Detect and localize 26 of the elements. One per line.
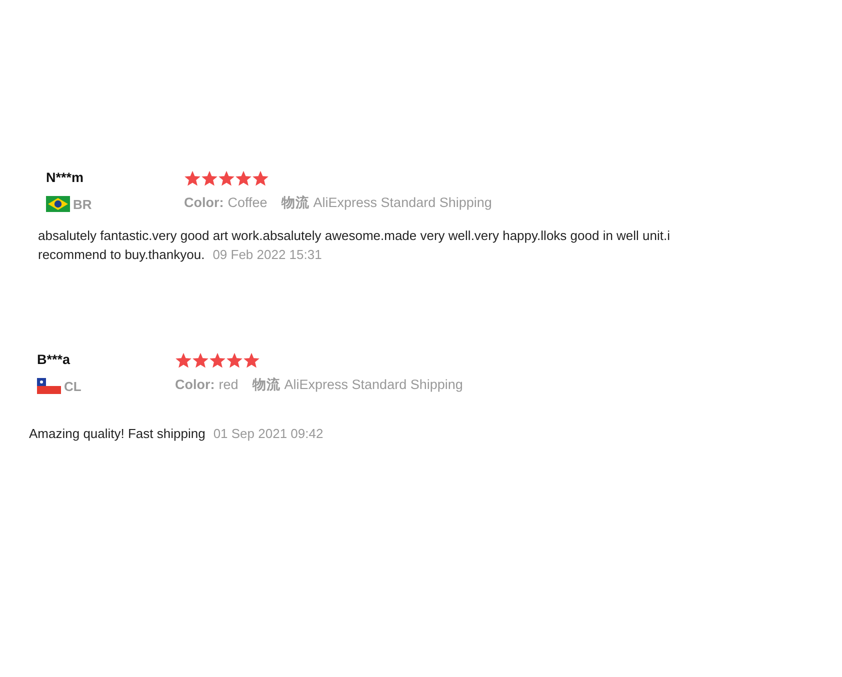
shipping-method: AliExpress Standard Shipping <box>284 377 463 392</box>
filled-star-icon <box>252 170 269 186</box>
reviewer-name: B***a <box>37 351 72 369</box>
filled-star-icon <box>226 352 243 368</box>
filled-star-icon <box>184 170 201 186</box>
filled-star-icon <box>201 170 218 186</box>
shipping-label: 物流 <box>281 195 310 210</box>
reviewer-name: N***m <box>46 169 85 187</box>
filled-star-icon <box>235 170 252 186</box>
country-code: BR <box>73 196 92 212</box>
color-value: red <box>218 377 238 392</box>
review-text: absalutely fantastic.very good art work.absalutely awesome.made very well.very happy.lloks good in well unit.i recommend to buy.thankyou. 09 Feb 2022 15:31 <box>38 227 672 264</box>
country-code: CL <box>64 378 82 394</box>
flag-icon <box>37 378 61 394</box>
color-label: Color: <box>175 377 215 392</box>
filled-star-icon <box>192 352 209 368</box>
flag-icon <box>46 196 70 212</box>
filled-star-icon <box>175 352 192 368</box>
review-text: Amazing quality! Fast shipping 01 Sep 2021 09:42 <box>29 425 324 443</box>
shipping-method: AliExpress Standard Shipping <box>313 195 492 210</box>
color-label: Color: <box>184 195 224 210</box>
filled-star-icon <box>243 352 260 368</box>
filled-star-icon <box>209 352 226 368</box>
filled-star-icon <box>218 170 235 186</box>
color-value: Coffee <box>228 195 268 210</box>
shipping-label: 物流 <box>252 377 280 392</box>
